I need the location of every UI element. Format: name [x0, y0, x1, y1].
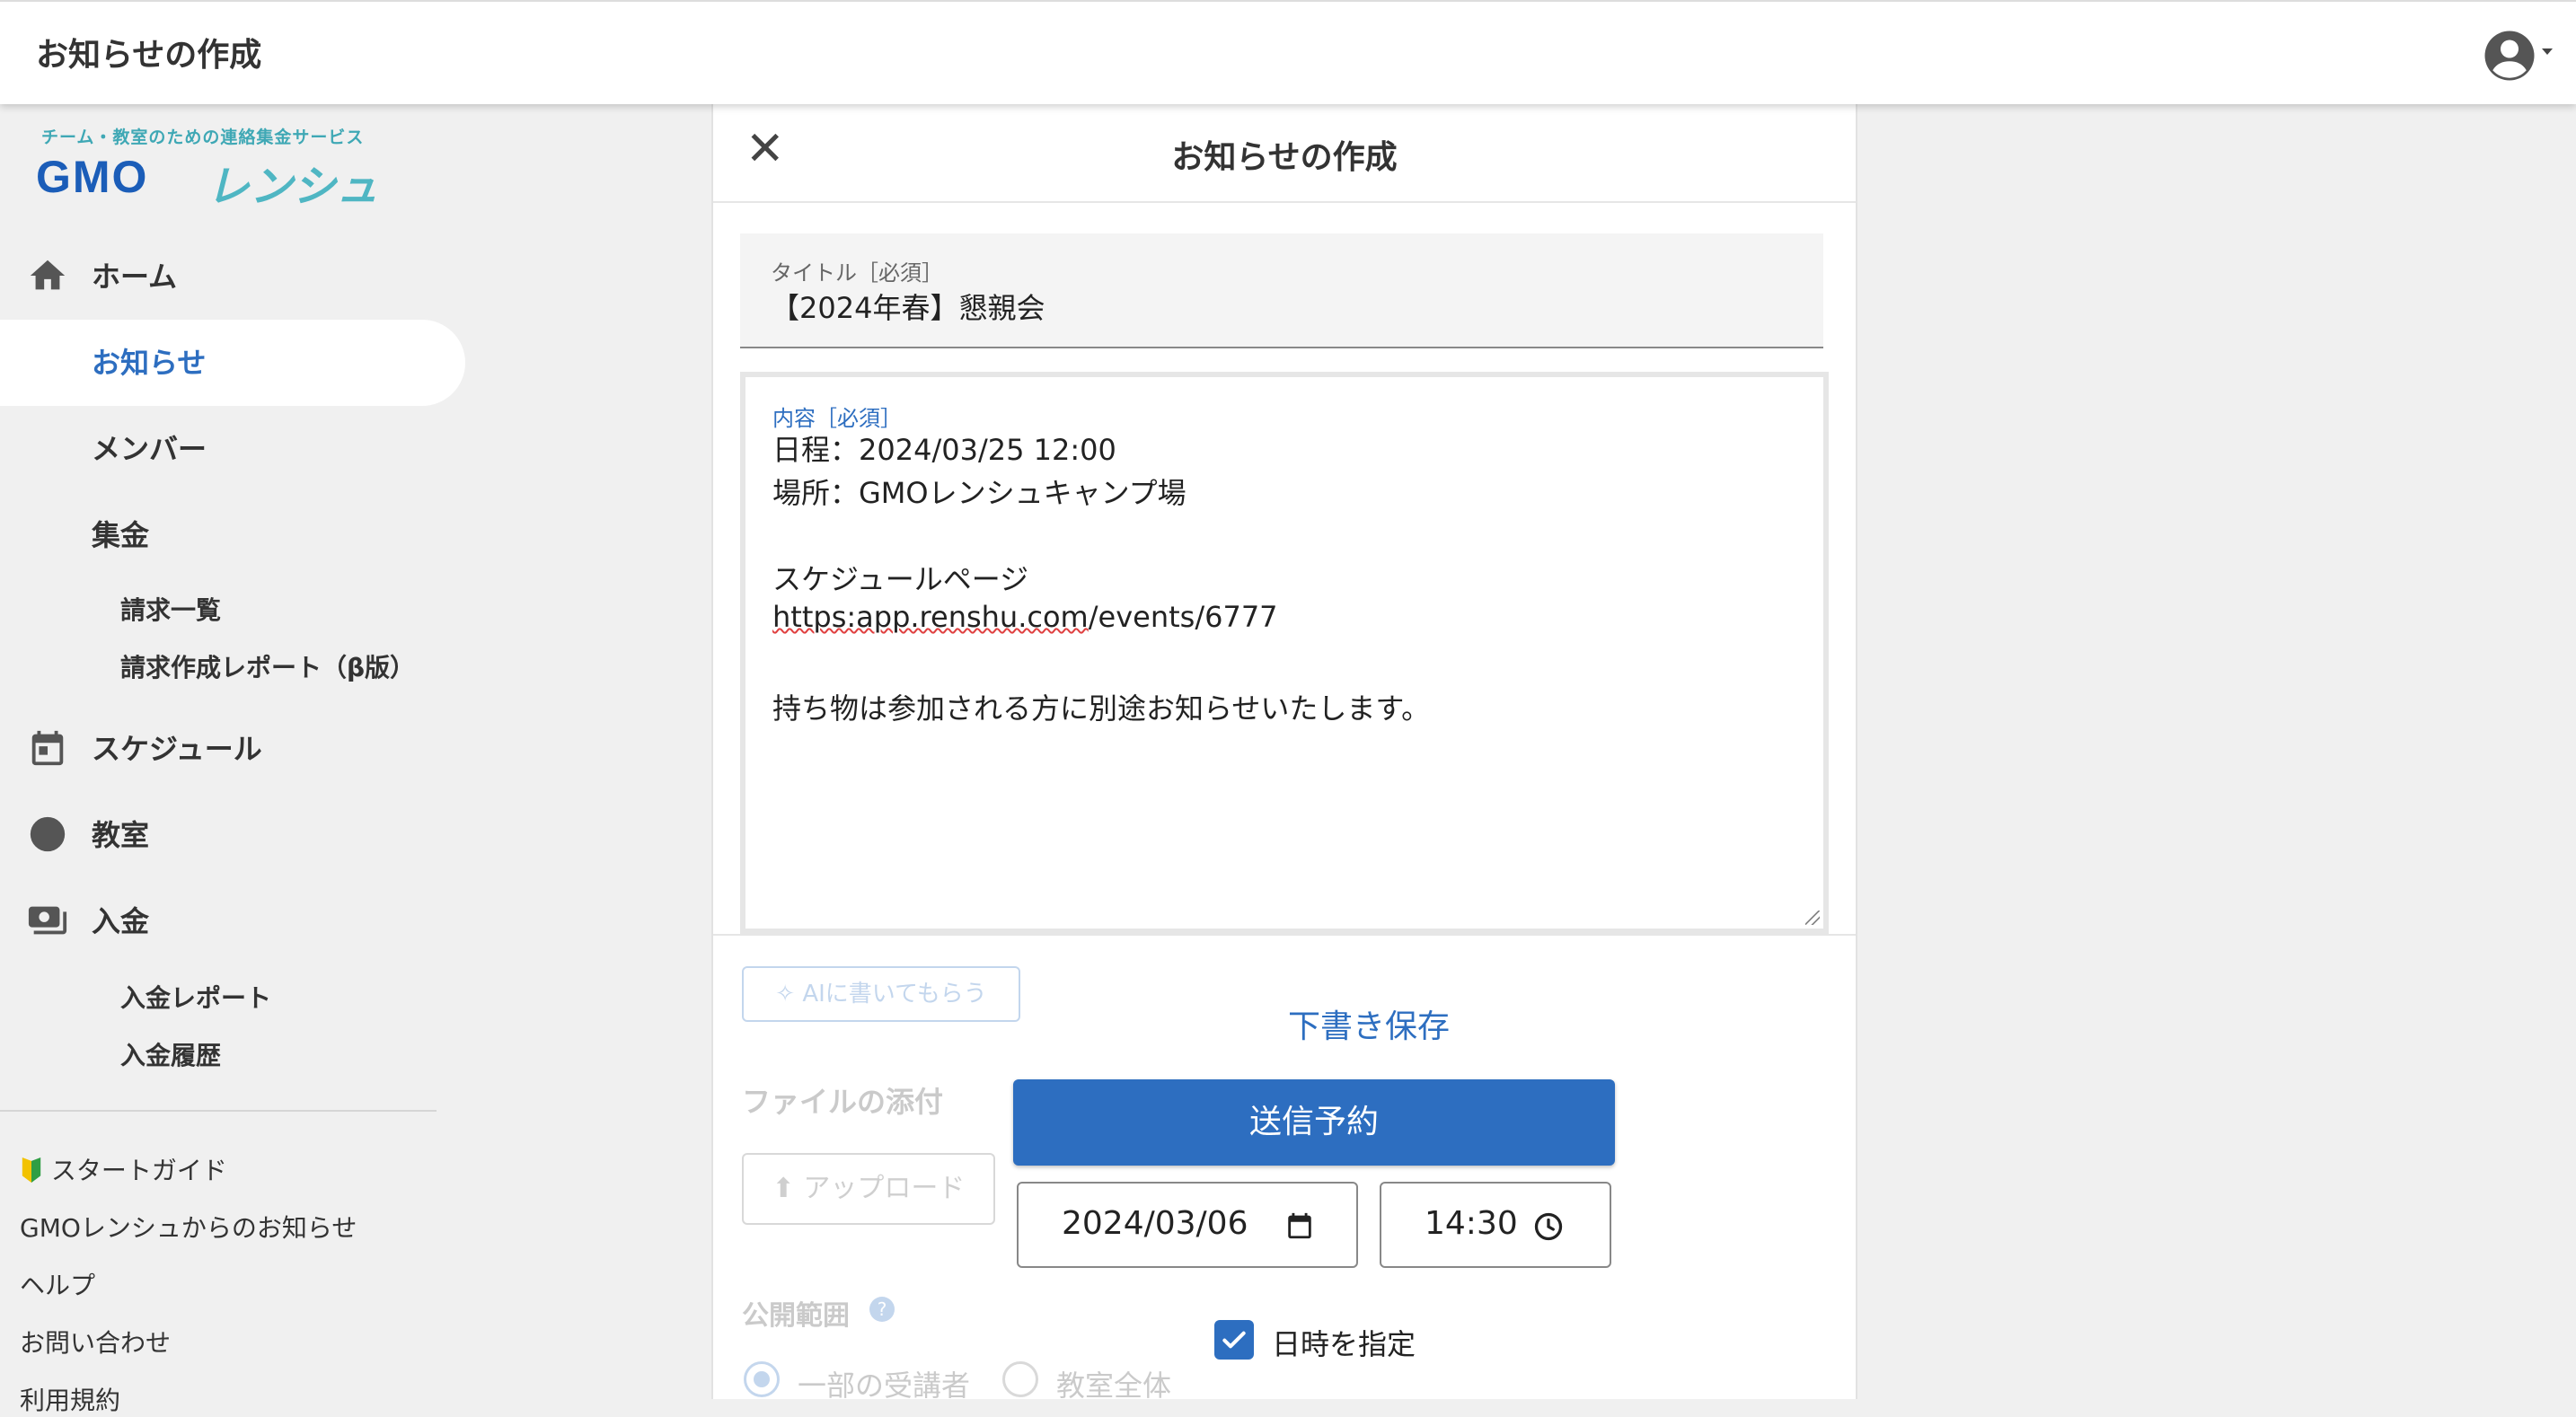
- page-title: お知らせの作成: [36, 37, 262, 74]
- title-field-label: タイトル［必須］: [771, 260, 943, 286]
- sidebar-divider: [0, 1110, 437, 1112]
- sidebar-item-home[interactable]: ホーム: [0, 233, 465, 320]
- sidebar-item-notice[interactable]: お知らせ: [0, 320, 465, 406]
- content-url-host: https:app.renshu.com: [772, 600, 1089, 634]
- visibility-scope-label: 公開範囲: [742, 1300, 850, 1332]
- content-line-schedule-page: スケジュールページ: [772, 562, 1029, 596]
- scope-radio-partial-label: 一部の受講者: [798, 1369, 971, 1403]
- help-icon[interactable]: ?: [869, 1297, 895, 1322]
- payment-icon: [28, 906, 67, 935]
- scope-radio-all-label: 教室全体: [1056, 1369, 1172, 1403]
- sidebar-subitem-billing-list[interactable]: 請求一覧: [120, 591, 221, 627]
- footer-link-start-guide[interactable]: スタートガイド: [20, 1151, 227, 1187]
- calendar-icon: [31, 730, 64, 766]
- circle-icon: [30, 816, 66, 852]
- schedule-send-button[interactable]: 送信予約: [1013, 1079, 1615, 1166]
- footer-link-gmo-notices[interactable]: GMOレンシュからのお知らせ: [20, 1209, 357, 1245]
- sidebar-item-label: スケジュール: [92, 732, 262, 766]
- sidebar-item-label: 入金: [92, 904, 150, 938]
- upload-button[interactable]: ⬆ アップロード: [742, 1153, 995, 1225]
- sidebar-item-label: ホーム: [92, 260, 178, 294]
- panel-header: ✕ お知らせの作成: [713, 104, 1856, 203]
- home-icon: [30, 260, 66, 290]
- account-menu-caret-icon[interactable]: [2542, 48, 2553, 55]
- specify-datetime-label: 日時を指定: [1272, 1327, 1416, 1361]
- brand-logo-renshu[interactable]: レンシュ: [207, 151, 379, 214]
- check-icon: [1222, 1331, 1246, 1349]
- sidebar-item-label: メンバー: [92, 432, 207, 466]
- brand-tagline: チーム・教室のための連絡集金サービス: [41, 128, 365, 147]
- sidebar-item-schedule[interactable]: スケジュール: [0, 706, 465, 792]
- top-app-bar: お知らせの作成: [0, 0, 2576, 104]
- content-line-place: 場所：GMOレンシュキャンプ場: [772, 476, 1187, 510]
- sidebar-item-classroom[interactable]: 教室: [0, 792, 465, 878]
- beginner-mark-icon: [22, 1157, 41, 1183]
- sidebar-item-billing[interactable]: 集金: [0, 492, 465, 578]
- upload-button-label: アップロード: [803, 1173, 966, 1204]
- content-line-date: 日程：2024/03/25 12:00: [772, 433, 1116, 467]
- sparkle-icon: ✧: [775, 981, 796, 1008]
- content-line-belongings: 持ち物は参加される方に別途お知らせいたします。: [772, 691, 1431, 726]
- account-circle-icon[interactable]: [2483, 29, 2536, 83]
- content-textarea[interactable]: 内容［必須］ 日程：2024/03/25 12:00 場所：GMOレンシュキャン…: [740, 372, 1829, 934]
- footer-link-label: スタートガイド: [50, 1156, 227, 1185]
- resize-handle[interactable]: [1805, 911, 1820, 925]
- schedule-time-input[interactable]: 14:30: [1380, 1182, 1611, 1268]
- title-field[interactable]: タイトル［必須］ 【2024年春】懇親会: [740, 233, 1823, 348]
- panel-title: お知らせの作成: [1171, 139, 1398, 176]
- sidebar-item-label: お知らせ: [92, 346, 207, 380]
- compose-notice-panel: ✕ お知らせの作成 タイトル［必須］ 【2024年春】懇親会 内容［必須］ 日程…: [711, 104, 1857, 1403]
- schedule-time-value: 14:30: [1425, 1205, 1518, 1242]
- schedule-date-input[interactable]: 2024/03/06: [1017, 1182, 1358, 1268]
- sidebar-item-deposit[interactable]: 入金: [0, 878, 465, 964]
- title-field-value[interactable]: 【2024年春】懇親会: [771, 286, 1045, 327]
- save-draft-button[interactable]: 下書き保存: [1234, 1000, 1504, 1047]
- ai-write-button[interactable]: ✧ AIに書いてもらう: [742, 966, 1020, 1022]
- scope-radio-all[interactable]: [1002, 1361, 1038, 1397]
- brand-logo-gmo[interactable]: GMO: [36, 151, 148, 203]
- sidebar-item-label: 集金: [92, 518, 150, 552]
- ai-write-button-label: AIに書いてもらう: [802, 981, 987, 1008]
- sidebar-item-members[interactable]: メンバー: [0, 406, 465, 492]
- sidebar-subitem-billing-report[interactable]: 請求作成レポート（β版）: [120, 648, 415, 684]
- footer-link-help[interactable]: ヘルプ: [20, 1266, 95, 1302]
- sidebar-subitem-deposit-history[interactable]: 入金履歴: [120, 1036, 221, 1072]
- sidebar: チーム・教室のための連絡集金サービス GMO レンシュ ホーム お知らせ メンバ…: [0, 104, 710, 1415]
- specify-datetime-checkbox[interactable]: [1214, 1320, 1254, 1360]
- content-divider: [713, 934, 1856, 936]
- content-line-url: https:app.renshu.com/events/6777: [772, 600, 1278, 634]
- sidebar-subitem-deposit-report[interactable]: 入金レポート: [120, 979, 271, 1015]
- sidebar-item-label: 教室: [92, 818, 150, 852]
- schedule-date-value: 2024/03/06: [1062, 1205, 1248, 1242]
- footer-link-terms[interactable]: 利用規約: [20, 1381, 120, 1417]
- attach-file-label: ファイルの添付: [742, 1085, 944, 1119]
- calendar-icon[interactable]: [1284, 1210, 1315, 1241]
- upload-icon: ⬆: [772, 1173, 795, 1204]
- content-url-path: /events/6777: [1088, 600, 1278, 634]
- footer-link-contact[interactable]: お問い合わせ: [20, 1324, 171, 1360]
- scope-radio-partial[interactable]: [744, 1361, 780, 1397]
- clock-icon[interactable]: [1532, 1210, 1565, 1243]
